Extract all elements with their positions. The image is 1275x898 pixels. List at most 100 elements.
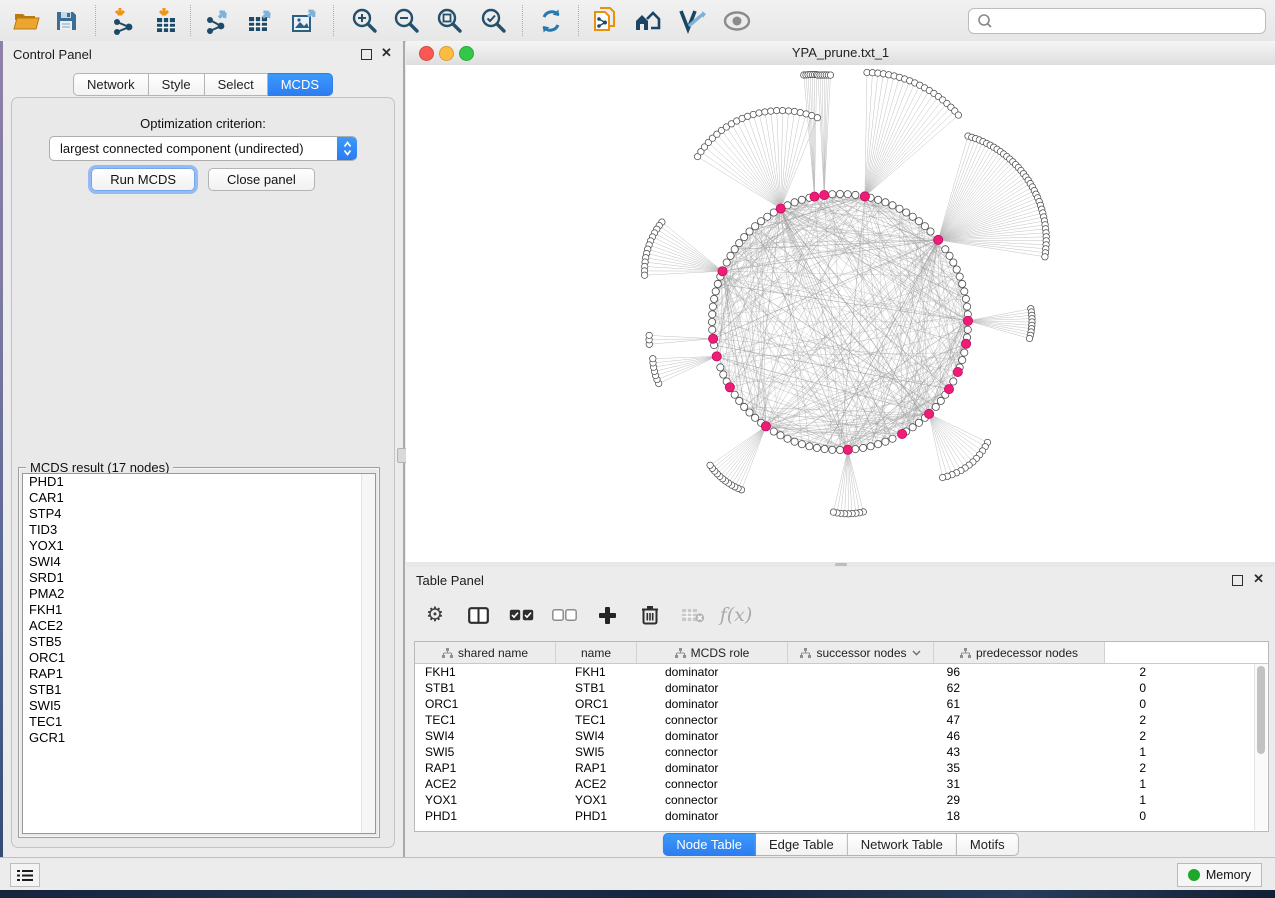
graph-node[interactable] [717, 364, 724, 371]
graph-node[interactable] [964, 326, 971, 333]
export-table-icon[interactable] [244, 4, 278, 37]
graph-node[interactable] [770, 428, 777, 435]
graph-node[interactable] [777, 432, 784, 439]
graph-node[interactable] [709, 311, 716, 318]
cell[interactable]: 61 [815, 697, 976, 711]
mcds-result-item[interactable]: SRD1 [23, 570, 375, 586]
graph-node[interactable] [889, 202, 896, 209]
graph-node[interactable] [727, 252, 734, 259]
mcds-result-item[interactable]: ORC1 [23, 650, 375, 666]
graph-node[interactable] [915, 218, 922, 225]
mcds-result-item[interactable]: SWI4 [23, 554, 375, 570]
cell[interactable]: 31 [815, 777, 976, 791]
table-row[interactable]: ACE2ACE2connector311 [415, 776, 1268, 792]
graph-leaf-node[interactable] [814, 115, 820, 121]
graph-node[interactable] [798, 441, 805, 448]
mcds-result-item[interactable]: CAR1 [23, 490, 375, 506]
graph-node[interactable] [860, 444, 867, 451]
graph-node[interactable] [720, 371, 727, 378]
graph-leaf-node[interactable] [646, 332, 652, 338]
cell[interactable]: 29 [815, 793, 976, 807]
graph-node[interactable] [844, 191, 851, 198]
column-header-successor-nodes[interactable]: successor nodes [788, 642, 934, 663]
cell[interactable]: 62 [815, 681, 976, 695]
cell[interactable]: ACE2 [415, 777, 565, 791]
cell[interactable]: SWI4 [415, 729, 565, 743]
graph-leaf-node[interactable] [830, 509, 836, 515]
graph-node[interactable] [896, 205, 903, 212]
mcds-result-item[interactable]: YOX1 [23, 538, 375, 554]
table-row[interactable]: PHD1PHD1dominator180 [415, 808, 1268, 824]
graph-node[interactable] [813, 444, 820, 451]
tab-mcds[interactable]: MCDS [268, 73, 333, 96]
graph-node[interactable] [915, 419, 922, 426]
graph-node[interactable] [791, 199, 798, 206]
mcds-list-scrollbar[interactable] [361, 474, 375, 833]
task-history-button[interactable] [10, 863, 40, 887]
graph-leaf-node[interactable] [762, 109, 768, 115]
cell[interactable]: FKH1 [565, 665, 655, 679]
cell[interactable]: 2 [976, 665, 1162, 679]
table-settings-gear-icon[interactable]: ⚙ [422, 605, 448, 625]
mcds-result-item[interactable]: FKH1 [23, 602, 375, 618]
cell[interactable]: 1 [976, 793, 1162, 807]
graph-node[interactable] [962, 295, 969, 302]
graph-leaf-node[interactable] [768, 108, 774, 114]
cell[interactable]: 46 [815, 729, 976, 743]
cell[interactable]: TEC1 [565, 713, 655, 727]
mcds-result-item[interactable]: ACE2 [23, 618, 375, 634]
tab-network-table[interactable]: Network Table [848, 833, 957, 856]
zoom-out-icon[interactable] [390, 4, 424, 37]
mcds-result-item[interactable]: STB1 [23, 682, 375, 698]
cell[interactable]: PHD1 [415, 809, 565, 823]
table-row[interactable]: TEC1TEC1connector472 [415, 712, 1268, 728]
graph-hub-node-mcds[interactable] [718, 267, 727, 276]
graph-node[interactable] [950, 378, 957, 385]
cell[interactable]: TEC1 [415, 713, 565, 727]
cell[interactable]: STB1 [415, 681, 565, 695]
export-image-icon[interactable] [288, 4, 322, 37]
graph-node[interactable] [836, 190, 843, 197]
graph-node[interactable] [709, 326, 716, 333]
graph-hub-node-mcds[interactable] [810, 192, 819, 201]
graph-hub-node-mcds[interactable] [776, 204, 785, 213]
open-folder-icon[interactable] [10, 4, 44, 37]
tab-node-table[interactable]: Node Table [662, 833, 756, 856]
graph-hub-node-mcds[interactable] [934, 235, 943, 244]
graph-node[interactable] [875, 196, 882, 203]
table-row[interactable]: FKH1FKH1dominator962 [415, 664, 1268, 680]
graph-node[interactable] [711, 295, 718, 302]
graph-node[interactable] [961, 288, 968, 295]
graph-leaf-node[interactable] [939, 474, 945, 480]
graph-node[interactable] [708, 318, 715, 325]
tab-style[interactable]: Style [149, 73, 205, 96]
cell[interactable]: 47 [815, 713, 976, 727]
graph-node[interactable] [723, 259, 730, 266]
column-header-name[interactable]: name [556, 642, 637, 663]
graph-node[interactable] [746, 409, 753, 416]
graph-node[interactable] [903, 209, 910, 216]
graph-node[interactable] [829, 191, 836, 198]
export-network-icon[interactable] [202, 4, 236, 37]
graph-node[interactable] [784, 435, 791, 442]
mcds-result-item[interactable]: STB5 [23, 634, 375, 650]
graph-node[interactable] [746, 228, 753, 235]
graph-node[interactable] [882, 199, 889, 206]
graph-node[interactable] [921, 223, 928, 230]
column-header-MCDS-role[interactable]: MCDS role [637, 642, 788, 663]
graph-node[interactable] [875, 441, 882, 448]
graph-node[interactable] [950, 259, 957, 266]
graph-node[interactable] [959, 357, 966, 364]
cell[interactable]: dominator [655, 729, 815, 743]
graph-node[interactable] [852, 446, 859, 453]
graph-hub-node-mcds[interactable] [761, 422, 770, 431]
criterion-dropdown[interactable]: largest connected component (undirected) [49, 136, 357, 161]
graph-node[interactable] [752, 414, 759, 421]
horizontal-splitter-grip[interactable] [835, 563, 847, 566]
cell[interactable]: FKH1 [415, 665, 565, 679]
table-row[interactable]: RAP1RAP1dominator352 [415, 760, 1268, 776]
tab-motifs[interactable]: Motifs [957, 833, 1019, 856]
graph-node[interactable] [709, 303, 716, 310]
graph-node[interactable] [741, 403, 748, 410]
graph-node[interactable] [791, 438, 798, 445]
